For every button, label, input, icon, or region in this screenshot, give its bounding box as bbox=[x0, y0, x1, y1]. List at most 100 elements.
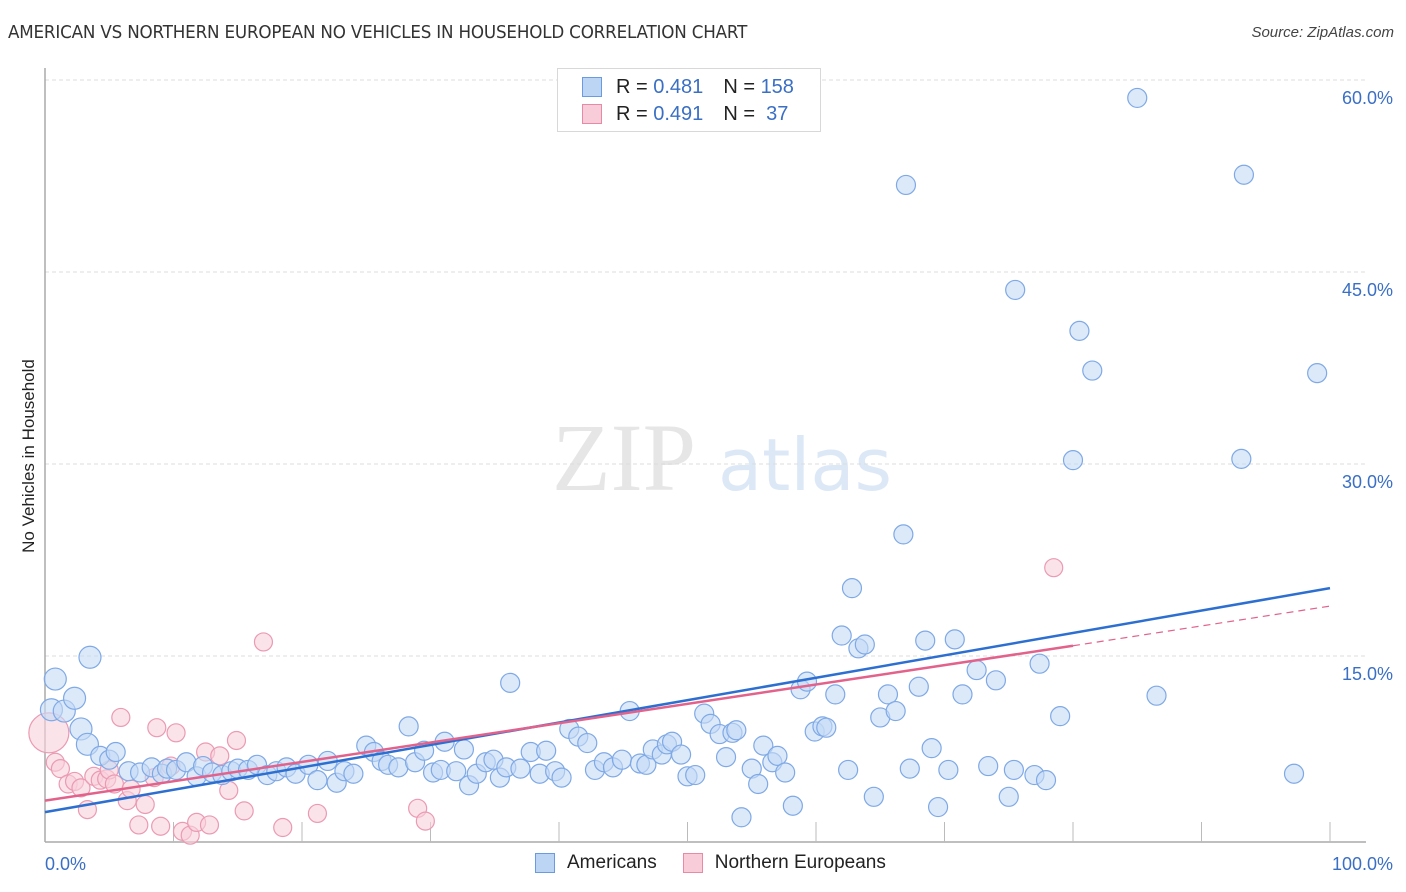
data-point-american bbox=[453, 739, 475, 760]
data-point-northern-european bbox=[307, 803, 328, 824]
data-point-american bbox=[1082, 360, 1103, 381]
data-point-american bbox=[500, 672, 521, 693]
data-point-american bbox=[1062, 450, 1084, 471]
data-point-american bbox=[398, 716, 419, 737]
legend-swatch-northern-europeans bbox=[682, 853, 703, 873]
data-point-american bbox=[1035, 770, 1057, 791]
data-point-american bbox=[1003, 759, 1024, 781]
data-point-northern-european bbox=[129, 815, 149, 835]
data-point-northern-european bbox=[147, 718, 167, 738]
data-point-american bbox=[938, 759, 959, 781]
stats-legend: R = 0.481 N = 158 R = 0.491 N = 37 bbox=[557, 68, 821, 132]
data-point-american bbox=[915, 630, 936, 651]
data-point-american bbox=[885, 700, 906, 722]
data-point-northern-european bbox=[1044, 558, 1064, 578]
data-point-american bbox=[1005, 279, 1026, 301]
data-point-american bbox=[1233, 164, 1255, 185]
x-tick-label: 100.0% bbox=[1332, 854, 1393, 874]
data-point-northern-european bbox=[151, 816, 171, 836]
scatter-chart: ZIP atlas 15.0% 30.0% 45.0% 60.0% 0.0% 100.0%… bbox=[19, 68, 1393, 874]
data-point-northern-european bbox=[111, 707, 131, 728]
legend-item-americans[interactable]: Americans bbox=[535, 852, 657, 874]
data-point-american bbox=[536, 740, 557, 761]
y-tick-label: 15.0% bbox=[1342, 664, 1393, 684]
data-point-american bbox=[978, 755, 999, 777]
data-point-american bbox=[43, 667, 67, 691]
data-point-american bbox=[1231, 448, 1252, 469]
legend-n-label: N = bbox=[723, 102, 761, 125]
legend-r-label: R = bbox=[616, 102, 654, 125]
data-point-american bbox=[1029, 653, 1050, 674]
y-tick-label: 30.0% bbox=[1342, 472, 1393, 492]
data-point-american bbox=[685, 764, 706, 786]
data-point-american bbox=[908, 676, 929, 697]
legend-n-value: 158 bbox=[760, 75, 794, 98]
data-point-northern-european bbox=[199, 815, 220, 835]
y-tick-label: 60.0% bbox=[1342, 88, 1393, 108]
data-point-american bbox=[1146, 685, 1167, 706]
data-point-northern-european bbox=[273, 817, 293, 838]
legend-n-value: 37 bbox=[760, 102, 789, 125]
data-point-american bbox=[388, 757, 409, 778]
data-point-american bbox=[863, 786, 884, 807]
data-point-american bbox=[577, 732, 598, 754]
data-point-american bbox=[966, 659, 987, 681]
legend-swatch-americans bbox=[535, 853, 555, 873]
data-point-american bbox=[944, 629, 965, 650]
data-point-american bbox=[715, 747, 737, 768]
data-point-american bbox=[899, 758, 920, 779]
data-point-american bbox=[551, 767, 572, 788]
data-point-american bbox=[1127, 87, 1148, 109]
data-point-american bbox=[775, 762, 796, 783]
data-point-american bbox=[731, 807, 752, 828]
data-point-american bbox=[838, 759, 859, 781]
legend-swatch-americans bbox=[582, 77, 602, 97]
data-point-american bbox=[921, 738, 942, 759]
data-point-american bbox=[927, 796, 949, 818]
legend-item-northern-europeans[interactable]: Northern Europeans bbox=[682, 852, 886, 874]
y-tick-label: 45.0% bbox=[1342, 280, 1393, 300]
data-point-northern-european bbox=[135, 794, 155, 815]
x-tick-label: 0.0% bbox=[45, 854, 86, 874]
legend-row-americans: R = 0.481 N = 158 bbox=[582, 74, 794, 100]
watermark-atlas: atlas bbox=[718, 423, 892, 507]
data-point-american bbox=[854, 634, 875, 655]
data-point-american bbox=[998, 786, 1019, 807]
series-legend: Americans Northern Europeans bbox=[535, 852, 912, 874]
data-point-northern-european bbox=[210, 746, 230, 766]
data-point-northern-european bbox=[253, 632, 274, 652]
data-point-american bbox=[726, 720, 747, 741]
data-point-american bbox=[1069, 320, 1090, 341]
legend-r-label: R = bbox=[616, 75, 654, 98]
watermark: ZIP atlas bbox=[552, 404, 892, 511]
data-point-american bbox=[1307, 363, 1328, 384]
data-point-american bbox=[825, 684, 846, 705]
data-point-northern-european bbox=[166, 723, 186, 743]
legend-n-label: N = bbox=[723, 75, 761, 98]
data-point-northern-european bbox=[415, 811, 435, 831]
watermark-zip: ZIP bbox=[552, 404, 696, 511]
data-point-american bbox=[952, 684, 973, 705]
data-point-american bbox=[611, 749, 633, 770]
data-point-american bbox=[78, 645, 102, 669]
data-point-american bbox=[62, 686, 87, 710]
data-point-american bbox=[307, 770, 328, 791]
series-northern-europeans bbox=[28, 558, 1064, 845]
data-point-american bbox=[670, 744, 692, 765]
data-point-american bbox=[782, 795, 803, 816]
data-point-american bbox=[816, 717, 837, 738]
legend-row-northern-europeans: R = 0.491 N = 37 bbox=[582, 101, 788, 127]
gridlines bbox=[45, 79, 1366, 657]
data-point-american bbox=[831, 625, 852, 646]
legend-swatch-northern-europeans bbox=[582, 104, 602, 124]
legend-label-northern-europeans: Northern Europeans bbox=[714, 852, 886, 873]
data-point-american bbox=[1050, 706, 1071, 727]
data-point-american bbox=[343, 763, 364, 784]
data-point-northern-european bbox=[234, 801, 254, 821]
data-point-american bbox=[893, 524, 914, 545]
data-point-american bbox=[841, 578, 863, 599]
data-point-american bbox=[895, 174, 917, 196]
legend-r-value: 0.481 bbox=[653, 75, 704, 98]
data-point-american bbox=[105, 741, 126, 763]
data-point-american bbox=[985, 670, 1007, 691]
